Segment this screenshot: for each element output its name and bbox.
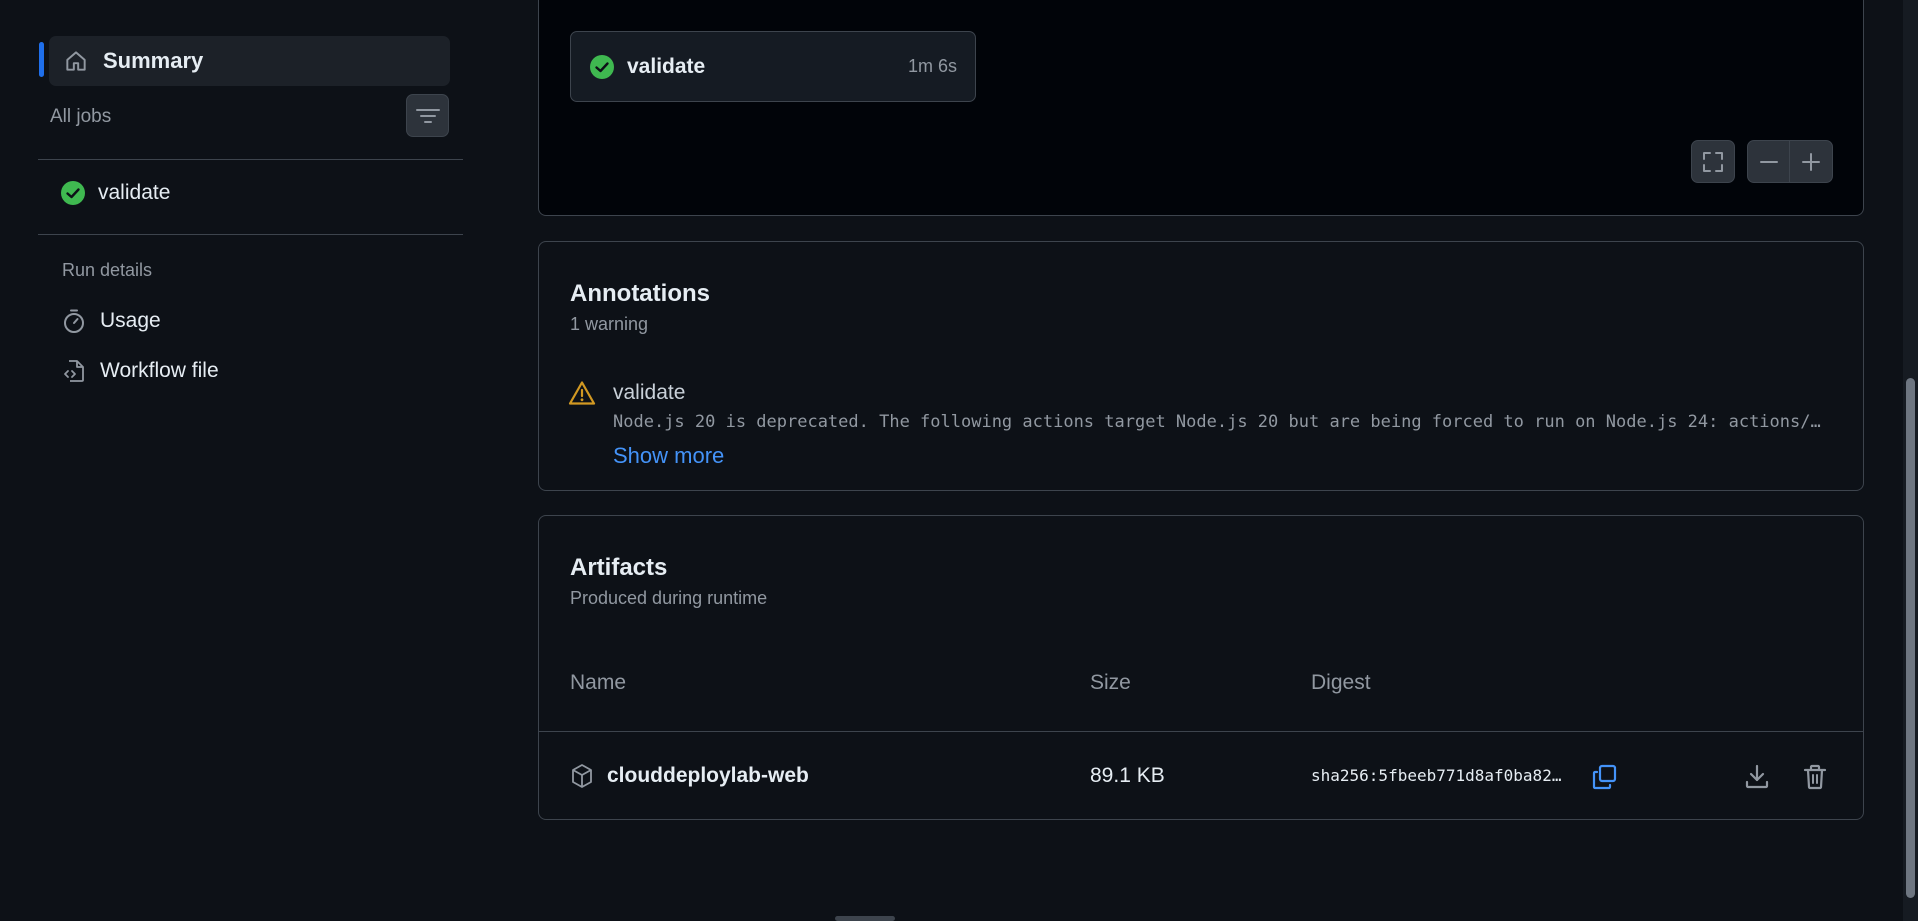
minus-icon — [1759, 160, 1778, 163]
annotation-message: Node.js 20 is deprecated. The following … — [613, 412, 1821, 432]
sidebar-divider — [38, 234, 463, 235]
graph-job-name: validate — [627, 54, 706, 78]
artifact-digest: sha256:5fbeeb771d8af0ba82… — [1311, 766, 1562, 785]
column-header-digest: Digest — [1311, 671, 1371, 694]
column-header-name: Name — [570, 671, 627, 694]
plus-icon — [1802, 152, 1820, 171]
scrollbar-thumb[interactable] — [1906, 378, 1915, 898]
copy-icon — [1592, 764, 1617, 790]
download-artifact-button[interactable] — [1742, 762, 1772, 792]
sidebar-item-job-validate[interactable]: validate — [60, 180, 170, 206]
show-more-link[interactable]: Show more — [613, 443, 724, 469]
annotations-title: Annotations — [570, 280, 710, 307]
table-divider — [539, 731, 1863, 732]
package-icon — [572, 764, 592, 788]
annotation-job-name: validate — [613, 381, 686, 404]
file-code-icon — [64, 360, 84, 382]
stopwatch-icon — [64, 309, 84, 333]
trash-icon — [1803, 764, 1827, 790]
sidebar-item-summary[interactable]: Summary — [49, 36, 450, 86]
run-details-heading: Run details — [62, 260, 153, 280]
zoom-in-button[interactable] — [1789, 140, 1833, 183]
annotations-panel — [538, 241, 1864, 491]
sidebar-item-workflow-file[interactable]: Workflow file — [62, 358, 219, 384]
filter-jobs-button[interactable] — [406, 94, 449, 137]
artifacts-subtitle: Produced during runtime — [570, 588, 768, 608]
download-icon — [1745, 764, 1769, 789]
fullscreen-button[interactable] — [1691, 140, 1735, 183]
check-circle-icon — [61, 181, 85, 205]
sidebar-item-label: Usage — [100, 309, 161, 332]
all-jobs-heading: All jobs — [50, 106, 112, 127]
sidebar-divider — [38, 159, 463, 160]
filter-icon — [415, 108, 440, 123]
sidebar-item-usage[interactable]: Usage — [62, 308, 161, 334]
sidebar-item-label: Summary — [103, 48, 204, 73]
active-indicator — [39, 42, 44, 77]
artifact-size: 89.1 KB — [1090, 764, 1165, 787]
graph-job-card[interactable]: validate 1m 6s — [570, 31, 976, 102]
copy-digest-button[interactable] — [1590, 762, 1620, 792]
job-label: validate — [98, 181, 171, 204]
column-header-size: Size — [1090, 671, 1131, 694]
zoom-out-button[interactable] — [1747, 140, 1790, 183]
graph-job-duration: 1m 6s — [907, 56, 957, 76]
bottom-handle — [835, 916, 895, 921]
home-icon — [66, 51, 86, 71]
delete-artifact-button[interactable] — [1800, 762, 1830, 792]
check-circle-icon — [590, 54, 614, 79]
sidebar-item-label: Workflow file — [100, 359, 219, 382]
artifacts-title: Artifacts — [570, 554, 668, 581]
artifact-name-link[interactable]: clouddeploylab-web — [607, 764, 809, 788]
warning-icon — [568, 381, 596, 405]
fullscreen-icon — [1703, 151, 1723, 172]
annotations-subtitle: 1 warning — [570, 314, 649, 334]
